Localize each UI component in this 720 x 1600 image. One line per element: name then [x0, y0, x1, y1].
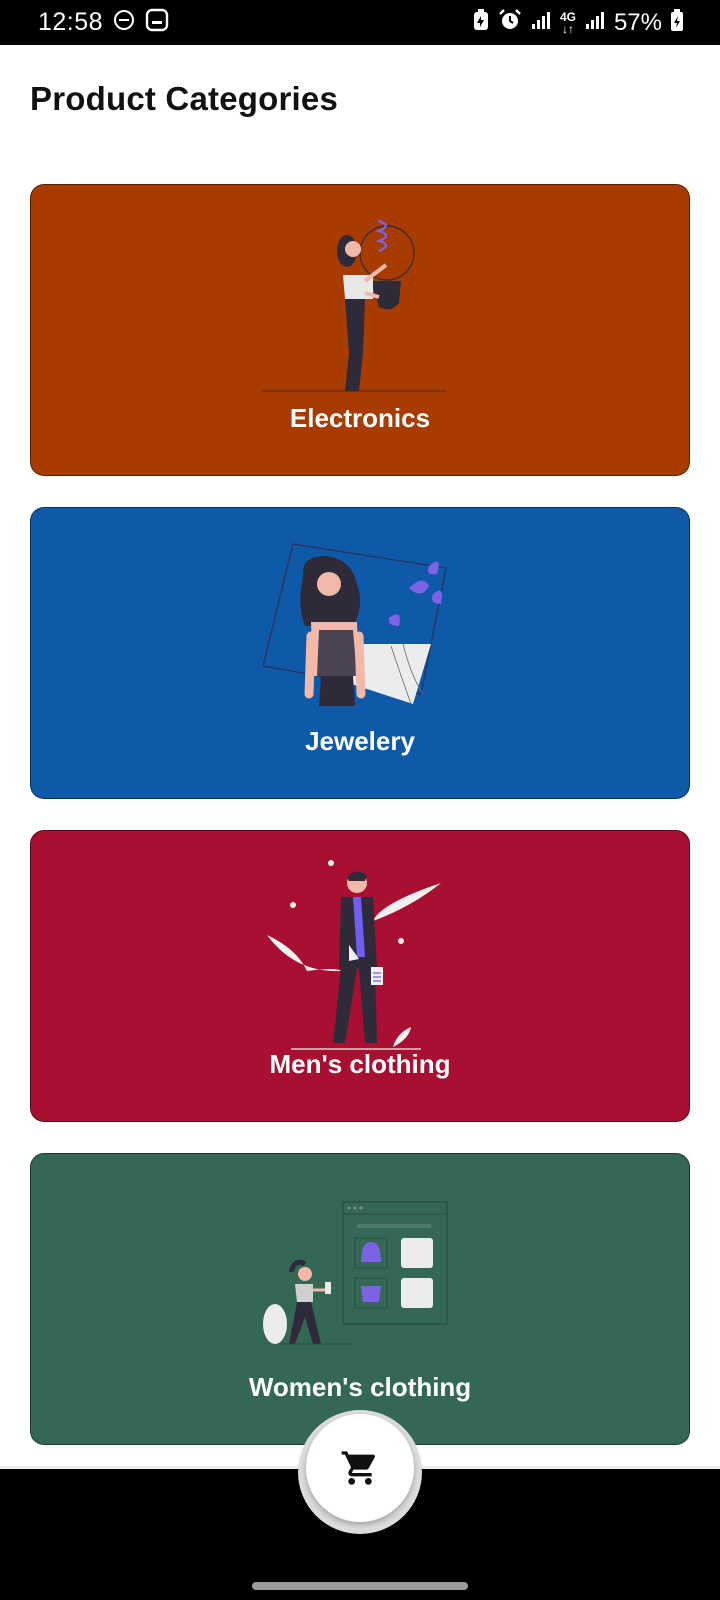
- shopping-cart-icon: [341, 1451, 376, 1485]
- battery-percent: 57%: [613, 8, 662, 36]
- woman-necklace-illustration: [262, 543, 447, 706]
- category-label: Electronics: [289, 403, 431, 433]
- data-arrows-icon: ↓↑: [561, 21, 574, 36]
- page-title: Product Categories: [30, 80, 338, 117]
- category-card-womens-clothing[interactable]: Women's clothing: [30, 1153, 690, 1445]
- alarm-icon: [498, 8, 522, 37]
- network-type: 4G ↓↑: [560, 11, 576, 35]
- category-card-electronics[interactable]: Electronics: [30, 184, 690, 476]
- woman-shopping-illustration: [263, 1201, 448, 1345]
- category-card-jewelery[interactable]: Jewelery: [30, 507, 690, 799]
- home-indicator[interactable]: [252, 1582, 468, 1590]
- battery-saver-icon: [472, 8, 490, 37]
- battery-icon: [670, 8, 684, 37]
- category-label: Jewelery: [305, 726, 415, 756]
- signal-icon: [584, 9, 606, 36]
- category-card-mens-clothing[interactable]: Men's clothing: [30, 830, 690, 1122]
- woman-lightbulb-illustration: [261, 219, 446, 392]
- category-label: Men's clothing: [269, 1049, 451, 1079]
- cart-button[interactable]: [306, 1414, 414, 1522]
- signal-icon: [530, 9, 552, 36]
- man-walking-illustration: [267, 860, 441, 1050]
- status-bar: 12:58 4G ↓↑ 57%: [0, 0, 720, 45]
- status-time: 12:58: [38, 8, 104, 36]
- screenshot-icon: [145, 8, 169, 37]
- do-not-disturb-icon: [113, 9, 135, 36]
- category-label: Women's clothing: [248, 1372, 472, 1402]
